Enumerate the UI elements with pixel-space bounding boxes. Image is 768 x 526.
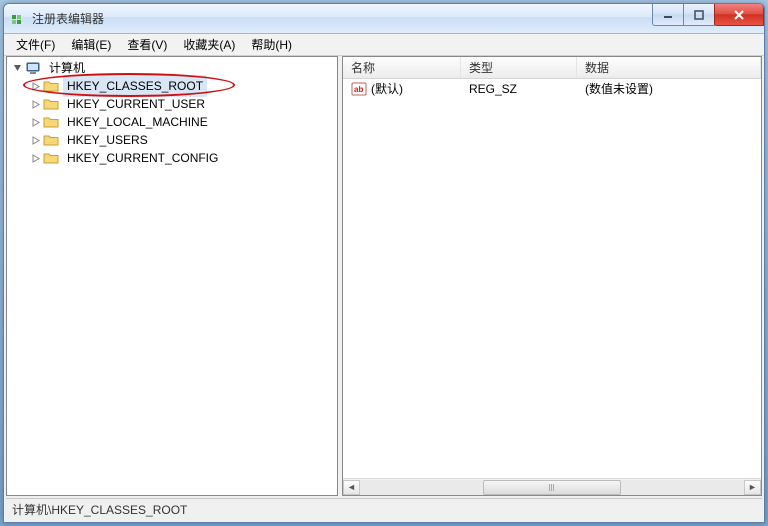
folder-icon [43, 114, 59, 130]
expander-closed-icon[interactable] [29, 116, 41, 128]
scroll-track[interactable] [360, 480, 744, 495]
client-area: 计算机 HKEY_CLASSES_ROOT [4, 56, 764, 522]
menu-help[interactable]: 帮助(H) [243, 33, 300, 56]
column-header-data[interactable]: 数据 [577, 57, 761, 78]
list-row[interactable]: ab (默认) REG_SZ (数值未设置) [343, 79, 761, 97]
folder-icon [43, 150, 59, 166]
titlebar[interactable]: 注册表编辑器 [4, 4, 764, 34]
window-buttons [653, 4, 764, 26]
app-icon [10, 11, 26, 27]
menu-view[interactable]: 查看(V) [119, 33, 175, 56]
cell-name: ab (默认) [343, 80, 461, 97]
menu-file[interactable]: 文件(F) [8, 33, 63, 56]
column-header-type[interactable]: 类型 [461, 57, 577, 78]
horizontal-scrollbar[interactable]: ◄ ► [343, 478, 761, 495]
list-body[interactable]: ab (默认) REG_SZ (数值未设置) [343, 79, 761, 478]
statusbar: 计算机\HKEY_CLASSES_ROOT [6, 498, 762, 520]
tree-pane: 计算机 HKEY_CLASSES_ROOT [6, 56, 338, 496]
tree-label-hkcc: HKEY_CURRENT_CONFIG [63, 147, 222, 169]
computer-icon [25, 60, 41, 76]
window-title: 注册表编辑器 [32, 10, 104, 27]
maximize-button[interactable] [683, 4, 715, 26]
string-value-icon: ab [351, 81, 367, 97]
status-path: 计算机\HKEY_CLASSES_ROOT [12, 501, 187, 518]
expander-closed-icon[interactable] [29, 98, 41, 110]
cell-name-text: (默认) [371, 80, 403, 97]
tree-node-hkcc[interactable]: HKEY_CURRENT_CONFIG [7, 149, 337, 167]
scroll-thumb[interactable] [483, 480, 621, 495]
expander-closed-icon[interactable] [29, 80, 41, 92]
svg-text:ab: ab [354, 85, 363, 94]
expander-closed-icon[interactable] [29, 152, 41, 164]
menubar: 文件(F) 编辑(E) 查看(V) 收藏夹(A) 帮助(H) [4, 34, 764, 56]
tree-node-hklm[interactable]: HKEY_LOCAL_MACHINE [7, 113, 337, 131]
tree-wrap: 计算机 HKEY_CLASSES_ROOT [7, 57, 337, 495]
cell-data: (数值未设置) [577, 80, 761, 97]
scroll-right-button[interactable]: ► [744, 480, 761, 495]
folder-icon [43, 96, 59, 112]
folder-icon [43, 78, 59, 94]
scroll-left-button[interactable]: ◄ [343, 480, 360, 495]
expander-closed-icon[interactable] [29, 134, 41, 146]
column-header-name[interactable]: 名称 [343, 57, 461, 78]
tree[interactable]: 计算机 HKEY_CLASSES_ROOT [7, 57, 337, 169]
panes-row: 计算机 HKEY_CLASSES_ROOT [4, 56, 764, 496]
close-icon [733, 9, 745, 21]
cell-type: REG_SZ [461, 82, 577, 96]
folder-icon [43, 132, 59, 148]
menu-favorites[interactable]: 收藏夹(A) [175, 33, 243, 56]
minimize-button[interactable] [652, 4, 684, 26]
expander-open-icon[interactable] [11, 62, 23, 74]
maximize-icon [694, 10, 704, 20]
list-pane: 名称 类型 数据 ab (默认) REG_SZ (数值未设置) [342, 56, 762, 496]
window: 注册表编辑器 文件(F) 编辑(E) 查看(V) 收藏夹(A) 帮助(H) [3, 3, 765, 523]
list-header[interactable]: 名称 类型 数据 [343, 57, 761, 79]
minimize-icon [663, 10, 673, 20]
close-button[interactable] [714, 4, 764, 26]
menu-edit[interactable]: 编辑(E) [63, 33, 119, 56]
